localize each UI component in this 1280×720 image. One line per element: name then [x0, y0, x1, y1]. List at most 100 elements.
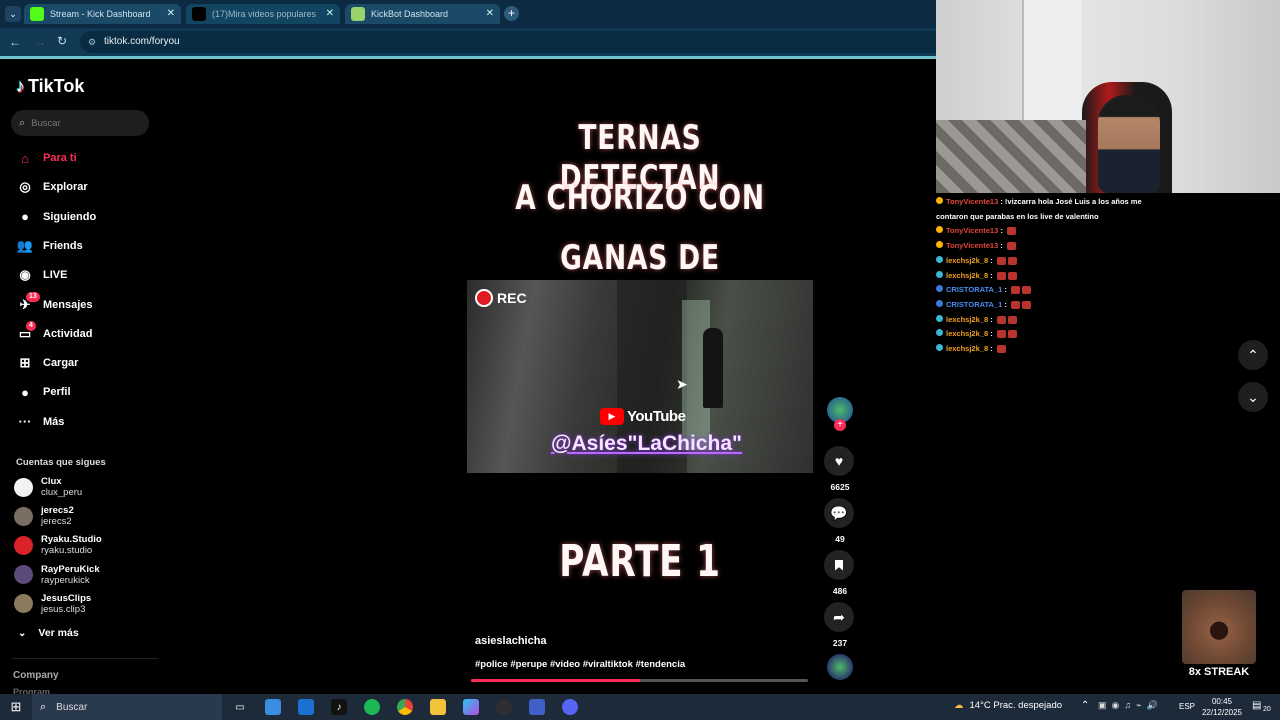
- share-button[interactable]: ➦: [824, 602, 854, 632]
- chat-badge-icon: [936, 285, 943, 293]
- outlook-icon[interactable]: [298, 699, 314, 715]
- url-field[interactable]: ⚙ tiktok.com/foryou: [80, 31, 936, 53]
- see-more-button[interactable]: ⌄ Ver más: [18, 627, 79, 639]
- browser-tab[interactable]: (17)Mira videos populares ✕: [186, 4, 340, 24]
- taskbar-search[interactable]: ⌕ Buscar: [32, 694, 222, 720]
- like-button[interactable]: ♥: [824, 446, 854, 476]
- clock[interactable]: 00:45 22/12/2025: [1200, 696, 1244, 718]
- file-explorer-icon[interactable]: [430, 699, 446, 715]
- sidebar-item-actividad[interactable]: ▭ 4 Actividad: [16, 320, 93, 344]
- sidebar-item-perfil[interactable]: ● Perfil: [16, 382, 70, 402]
- avatar: [14, 594, 33, 614]
- chat-username[interactable]: lexchsj2k_8: [946, 329, 988, 338]
- video-progress-track[interactable]: [471, 679, 808, 682]
- chat-username[interactable]: lexchsj2k_8: [946, 344, 988, 353]
- scroll-down-button[interactable]: ⌄: [1238, 382, 1268, 412]
- chevron-down-icon: ⌄: [1247, 388, 1259, 405]
- sidebar-item-explorar[interactable]: ◎ Explorar: [16, 177, 87, 197]
- sidebar-item-label: Actividad: [43, 327, 93, 340]
- chat-message: CRISTORATA_1 :: [936, 283, 1156, 298]
- app-icon[interactable]: [529, 699, 545, 715]
- chat-emote-icon: [996, 315, 1006, 324]
- tab-favicon-icon: [351, 7, 365, 21]
- followed-account[interactable]: jerecs2 jerecs2: [14, 503, 74, 529]
- save-count: 486: [832, 586, 848, 596]
- chat-username[interactable]: CRISTORATA_1: [946, 300, 1002, 309]
- discord-icon[interactable]: [562, 699, 578, 715]
- tiktok-wordmark: TikTok: [28, 76, 85, 96]
- account-name: Clux: [41, 476, 62, 487]
- tab-close-icon[interactable]: ✕: [486, 4, 494, 24]
- browser-tab[interactable]: KickBot Dashboard ✕: [345, 4, 500, 24]
- footer-company-link[interactable]: Company: [13, 670, 59, 681]
- save-button[interactable]: [824, 550, 854, 580]
- chat-username[interactable]: TonyVicente13: [946, 197, 998, 206]
- chat-text: contaron que parabas en los live de vale…: [936, 211, 1099, 221]
- sidebar-item-siguiendo[interactable]: ● Siguiendo: [16, 207, 96, 227]
- sidebar-item-label: Friends: [43, 239, 83, 252]
- tab-close-icon[interactable]: ✕: [326, 4, 334, 24]
- sidebar-item-para-ti[interactable]: ⌂ Para ti: [16, 148, 77, 168]
- sidebar-item-más[interactable]: ··· Más: [16, 412, 65, 432]
- notifications-icon[interactable]: ▤: [1252, 700, 1261, 711]
- chat-username[interactable]: CRISTORATA_1: [946, 285, 1002, 294]
- back-arrow-icon[interactable]: ←: [9, 35, 21, 49]
- obs-icon[interactable]: [496, 699, 512, 715]
- sidebar-item-mensajes[interactable]: ✈ 13 Mensajes: [16, 291, 93, 315]
- weather-text: 14°C Prac. despejado: [969, 700, 1063, 711]
- search-input[interactable]: ⌕ Buscar: [11, 110, 149, 136]
- spotify-icon[interactable]: [364, 699, 380, 715]
- tiktok-logo[interactable]: ♪ TikTok: [16, 76, 84, 97]
- chat-emote-icon: [1010, 286, 1020, 295]
- taskbar-search-label: Buscar: [56, 701, 88, 713]
- music-disc-avatar[interactable]: [827, 654, 853, 680]
- copilot-icon[interactable]: [463, 699, 479, 715]
- chrome-icon[interactable]: [397, 699, 413, 715]
- comment-button[interactable]: 💬: [824, 498, 854, 528]
- tray-chevron-icon[interactable]: ⌃: [1081, 700, 1089, 711]
- store-icon[interactable]: [265, 699, 281, 715]
- tab-list-chevron-icon[interactable]: ⌄: [5, 6, 21, 22]
- sidebar-item-label: Cargar: [43, 357, 79, 370]
- footer-program-link[interactable]: Program: [13, 687, 50, 694]
- followed-account[interactable]: Ryaku.Studio ryaku.studio: [14, 532, 102, 558]
- forward-arrow-icon[interactable]: →: [34, 35, 46, 49]
- scroll-up-button[interactable]: ⌃: [1238, 340, 1268, 370]
- new-tab-button[interactable]: +: [504, 6, 519, 21]
- sidebar-item-friends[interactable]: 👥 Friends: [16, 236, 83, 256]
- sidebar-item-live[interactable]: ◉ LIVE: [16, 265, 67, 285]
- followed-account[interactable]: RayPeruKick rayperukick: [14, 562, 100, 588]
- chat-username[interactable]: lexchsj2k_8: [946, 271, 988, 280]
- chat-username[interactable]: lexchsj2k_8: [946, 256, 988, 265]
- streak-widget: 8x STREAK: [1182, 590, 1256, 682]
- friends-icon: 👥: [16, 237, 34, 253]
- weather-widget[interactable]: ☁ 14°C Prac. despejado: [954, 700, 1062, 711]
- chat-message: lexchsj2k_8 :: [936, 269, 1156, 284]
- chat-username[interactable]: TonyVicente13: [946, 226, 998, 235]
- chat-username[interactable]: lexchsj2k_8: [946, 315, 988, 324]
- video-author[interactable]: asieslachicha: [475, 635, 547, 647]
- windows-start-icon[interactable]: ⊞: [8, 699, 24, 715]
- chat-emote-icon: [1007, 271, 1017, 280]
- reload-icon[interactable]: ↻: [57, 34, 67, 48]
- followed-account[interactable]: JesusClips jesus.clip3: [14, 591, 91, 617]
- sidebar-item-cargar[interactable]: ⊞ Cargar: [16, 353, 79, 373]
- tab-close-icon[interactable]: ✕: [167, 4, 175, 24]
- chat-username[interactable]: TonyVicente13: [946, 241, 998, 250]
- chat-emote-icon: [1007, 256, 1017, 265]
- home-icon: ⌂: [21, 150, 29, 166]
- follow-plus-icon[interactable]: +: [834, 419, 846, 431]
- browser-tab[interactable]: Stream - Kick Dashboard ✕: [24, 4, 181, 24]
- input-language[interactable]: ESP: [1179, 702, 1195, 711]
- video-hashtags[interactable]: #police #perupe #video #viraltiktok #ten…: [475, 659, 685, 670]
- followed-account[interactable]: Clux clux_peru: [14, 474, 82, 500]
- tray-icons[interactable]: ▣◉♫⌁🔊: [1098, 700, 1163, 711]
- tiktok-app-icon[interactable]: ♪: [331, 699, 347, 715]
- task-view-icon[interactable]: ▭: [232, 699, 248, 715]
- site-info-icon[interactable]: ⚙: [88, 31, 96, 53]
- sidebar-item-label: LIVE: [43, 269, 68, 282]
- video-player[interactable]: TERNAS DETECTAN A CHORIZO CON GANAS DE C…: [467, 60, 813, 685]
- video-title-line-2: A CHORIZO CON: [515, 178, 765, 218]
- webcam-door: [1022, 0, 1082, 120]
- chat-badge-icon: [936, 270, 943, 278]
